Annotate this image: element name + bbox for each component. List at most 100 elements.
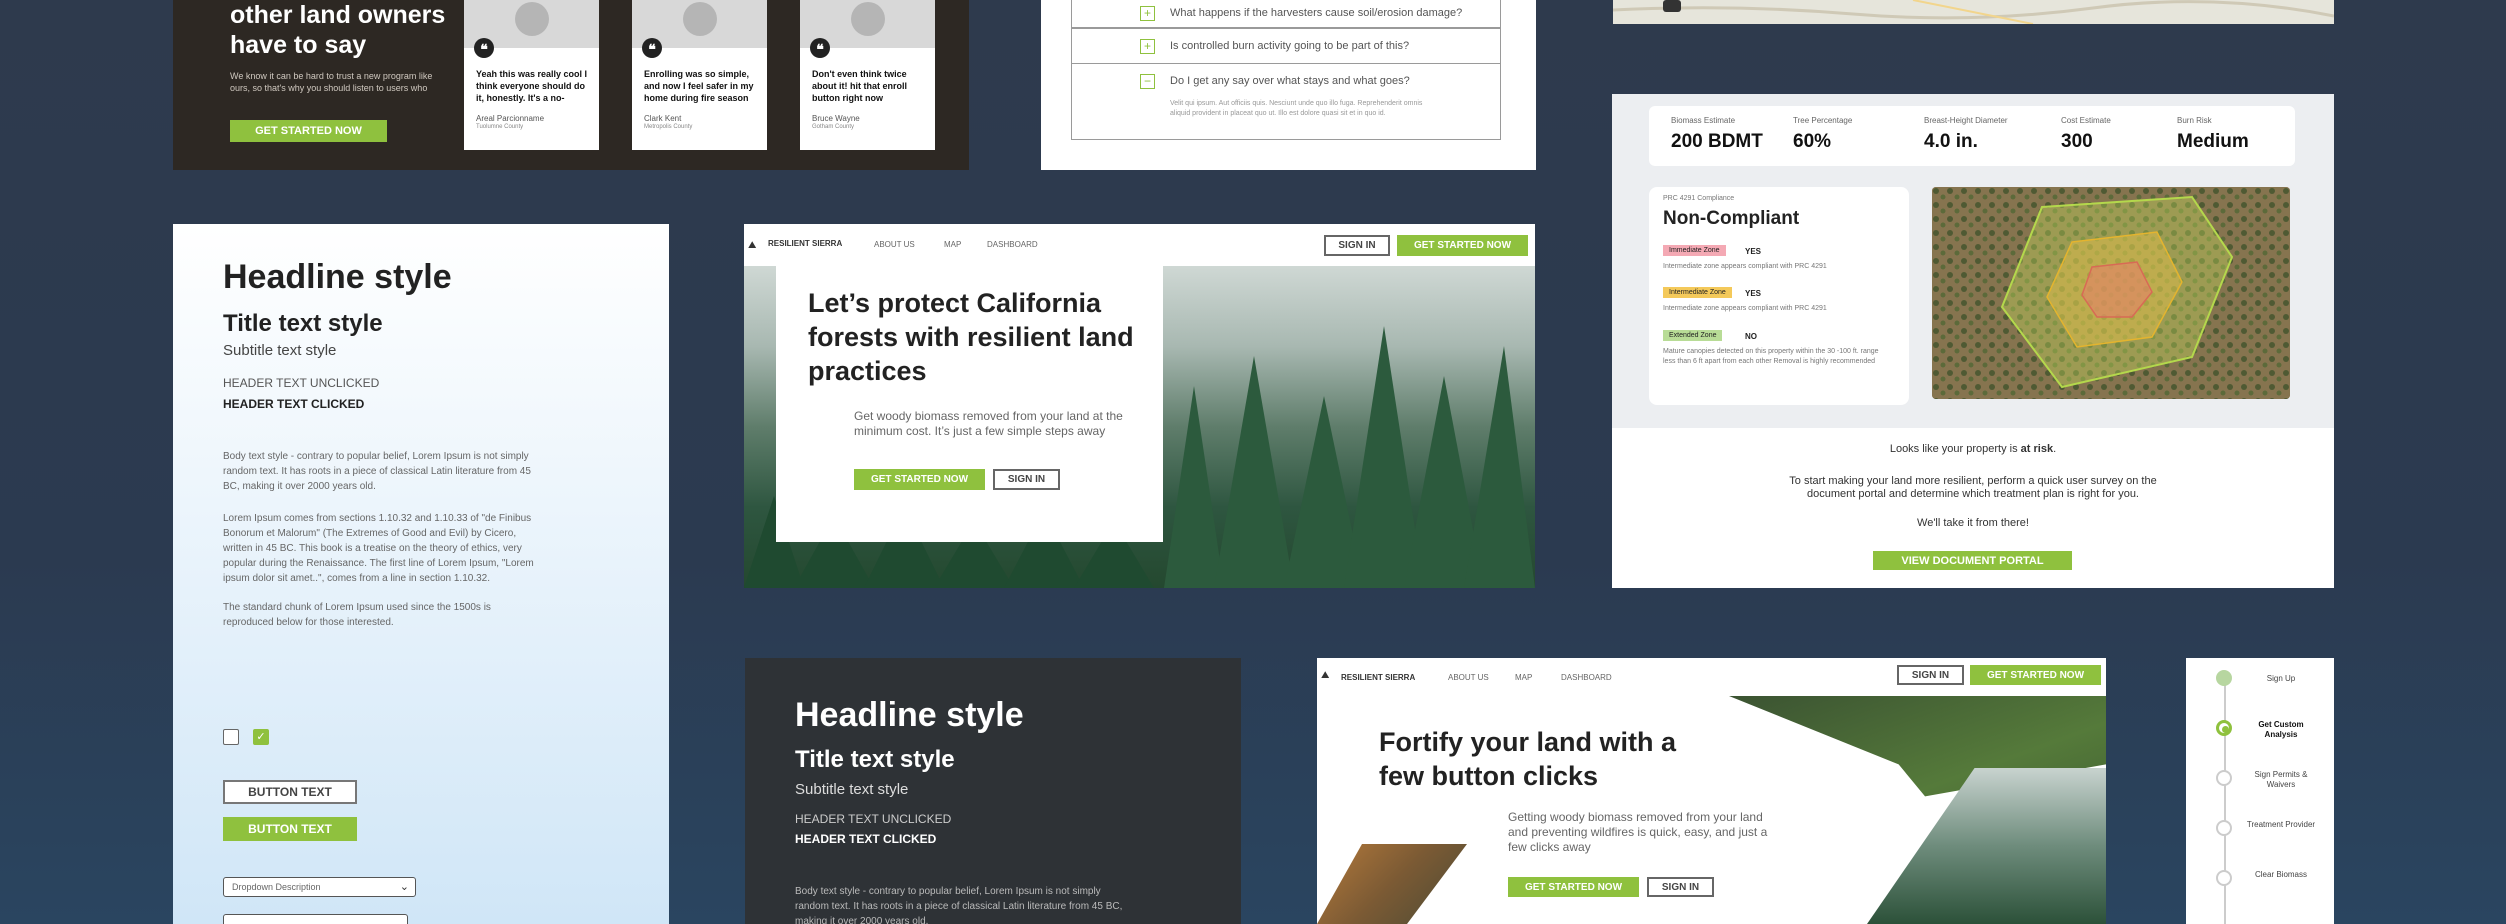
step-label: Treatment Provider <box>2246 820 2316 829</box>
testimonial-quote: Don't even think twice about it! hit tha… <box>812 69 907 103</box>
sign-in-button[interactable]: SIGN IN <box>993 469 1060 490</box>
filled-button[interactable]: BUTTON TEXT <box>223 817 357 841</box>
zone-immediate: Immediate Zone YES Intermediate zone app… <box>1663 245 1899 285</box>
forest-image-right <box>1867 768 2106 924</box>
testimonials-heading: other land owners have to say <box>230 1 446 59</box>
plus-icon[interactable]: + <box>1140 39 1155 54</box>
compliance-label: PRC 4291 Compliance <box>1663 195 1735 202</box>
outline-button[interactable]: BUTTON TEXT <box>223 780 357 804</box>
sign-in-button[interactable]: SIGN IN <box>1647 877 1714 897</box>
plus-icon[interactable]: + <box>1140 6 1155 21</box>
fortify-headline: Fortify your land with a few button clic… <box>1379 727 1677 791</box>
nav-sign-in-button[interactable]: SIGN IN <box>1897 665 1964 685</box>
get-started-button[interactable]: GET STARTED NOW <box>854 469 985 490</box>
satellite-map[interactable] <box>1932 187 2290 399</box>
compliance-panel: PRC 4291 Compliance Non-Compliant Immedi… <box>1649 187 1909 405</box>
faq-card: + What happens if the harvesters cause s… <box>1041 0 1536 170</box>
risk-message-panel: Looks like your property is at risk. To … <box>1612 428 2334 588</box>
nav-get-started-button[interactable]: GET STARTED NOW <box>1397 235 1528 256</box>
zone-result: YES <box>1745 247 1762 256</box>
minus-icon[interactable]: − <box>1140 74 1155 89</box>
zone-description: Mature canopies detected on this propert… <box>1663 348 1879 365</box>
map-image <box>1613 0 2334 24</box>
stat-value: 60% <box>1793 131 1832 152</box>
checkbox-checked[interactable]: ✓ <box>253 729 269 745</box>
testimonial-name: Bruce Wayne <box>812 114 860 123</box>
title-style: Title text style <box>795 746 955 773</box>
testimonial-name: Areal Parcionname <box>476 114 545 123</box>
step-dot <box>2216 770 2232 786</box>
risk-message: Looks like your property is at risk. <box>1889 443 2057 455</box>
faq-answer: Velit qui ipsum. Aut officiis quis. Nesc… <box>1170 100 1423 117</box>
zone-result: NO <box>1745 332 1757 341</box>
testimonial-quote: Enrolling was so simple, and now I feel … <box>644 69 754 103</box>
header-unclicked[interactable]: HEADER TEXT UNCLICKED <box>795 812 951 826</box>
testimonial-card: ❝ Yeah this was really cool I think ever… <box>464 0 599 150</box>
faq-item[interactable]: + Is controlled burn activity going to b… <box>1071 28 1501 64</box>
zone-extended: Extended Zone NO Mature canopies detecte… <box>1663 330 1899 400</box>
forest-image-bottom <box>1317 844 1467 924</box>
step-label: Sign Permits & Waivers <box>2254 770 2308 789</box>
fortify-card: ⛰ RESILIENT SIERRA ABOUT US MAP DASHBOAR… <box>1317 658 2106 924</box>
risk-prefix: Looks like your property is <box>1889 443 2018 455</box>
get-started-button[interactable]: GET STARTED NOW <box>1508 877 1639 897</box>
top-nav: ⛰ RESILIENT SIERRA ABOUT US MAP DASHBOAR… <box>744 224 1535 266</box>
nav-sign-in-button[interactable]: SIGN IN <box>1324 235 1390 256</box>
brand-logo[interactable]: RESILIENT SIERRA <box>1341 673 1415 682</box>
nav-get-started-button[interactable]: GET STARTED NOW <box>1970 665 2101 685</box>
dropdown[interactable]: Dropdown Description ⌄ <box>223 877 416 897</box>
instructions-text: To start making your land more resilient… <box>1789 475 2157 500</box>
title-style: Title text style <box>223 310 383 337</box>
zone-description: Intermediate zone appears compliant with… <box>1663 263 1827 270</box>
step-dot <box>2216 870 2232 886</box>
nav-dashboard[interactable]: DASHBOARD <box>1561 673 1612 682</box>
checkbox-unchecked[interactable] <box>223 729 239 745</box>
step-label: Sign Up <box>2266 674 2296 683</box>
nav-dashboard[interactable]: DASHBOARD <box>987 240 1038 249</box>
header-clicked[interactable]: HEADER TEXT CLICKED <box>223 397 364 411</box>
body-text: Body text style - contrary to popular be… <box>223 451 531 492</box>
stat-label: Cost Estimate <box>2061 116 2111 125</box>
testimonials-intro: We know it can be hard to trust a new pr… <box>230 71 433 93</box>
body-text: The standard chunk of Lorem Ipsum used s… <box>223 602 491 628</box>
stat-label: Tree Percentage <box>1793 116 1853 125</box>
faq-item-expanded[interactable]: − Do I get any say over what stays and w… <box>1071 63 1501 140</box>
nav-about-us[interactable]: ABOUT US <box>1448 673 1489 682</box>
step-dot <box>2216 820 2232 836</box>
testimonial-card: ❝ Enrolling was so simple, and now I fee… <box>632 0 767 150</box>
body-text: Body text style - contrary to popular be… <box>795 886 1123 924</box>
step-label: Clear Biomass <box>2254 870 2307 879</box>
nav-map[interactable]: MAP <box>1515 673 1532 682</box>
headline-style: Headline style <box>795 696 1024 734</box>
faq-question: Is controlled burn activity going to be … <box>1170 40 1410 52</box>
hero-card: ⛰ RESILIENT SIERRA ABOUT US MAP DASHBOAR… <box>744 224 1535 588</box>
subtitle-style: Subtitle text style <box>223 342 337 359</box>
mountain-logo-icon: ⛰ <box>1321 670 1330 681</box>
stat-label: Biomass Estimate <box>1671 116 1736 125</box>
chevron-down-icon: ⌄ <box>399 881 409 893</box>
get-started-button[interactable]: GET STARTED NOW <box>230 120 387 142</box>
testimonial-card: ❝ Don't even think twice about it! hit t… <box>800 0 935 150</box>
subtitle-style: Subtitle text style <box>795 781 909 798</box>
quote-icon: ❝ <box>642 38 662 58</box>
faq-item[interactable]: + What happens if the harvesters cause s… <box>1071 0 1501 28</box>
stat-value: 300 <box>2061 131 2093 152</box>
header-unclicked[interactable]: HEADER TEXT UNCLICKED <box>223 376 379 390</box>
property-analysis-card: Biomass Estimate 200 BDMT Tree Percentag… <box>1612 94 2334 588</box>
compliance-status: Non-Compliant <box>1663 208 1800 229</box>
header-clicked[interactable]: HEADER TEXT CLICKED <box>795 832 936 846</box>
zone-tag: Intermediate Zone <box>1663 287 1732 298</box>
progress-line <box>2224 678 2226 924</box>
dropdown[interactable] <box>223 914 408 924</box>
view-document-portal-button[interactable]: VIEW DOCUMENT PORTAL <box>1873 551 2072 570</box>
progress-stepper: Sign Up Get Custom Analysis Sign Permits… <box>2186 658 2334 924</box>
brand-logo[interactable]: RESILIENT SIERRA <box>768 239 842 248</box>
nav-map[interactable]: MAP <box>944 240 961 249</box>
hero-body: Get woody biomass removed from your land… <box>854 409 1123 438</box>
map-preview[interactable] <box>1613 0 2334 24</box>
nav-about-us[interactable]: ABOUT US <box>874 240 915 249</box>
headline-style: Headline style <box>223 258 452 296</box>
zone-result: YES <box>1745 289 1762 298</box>
satellite-image <box>1932 187 2290 399</box>
body-text: Lorem Ipsum comes from sections 1.10.32 … <box>223 513 534 584</box>
